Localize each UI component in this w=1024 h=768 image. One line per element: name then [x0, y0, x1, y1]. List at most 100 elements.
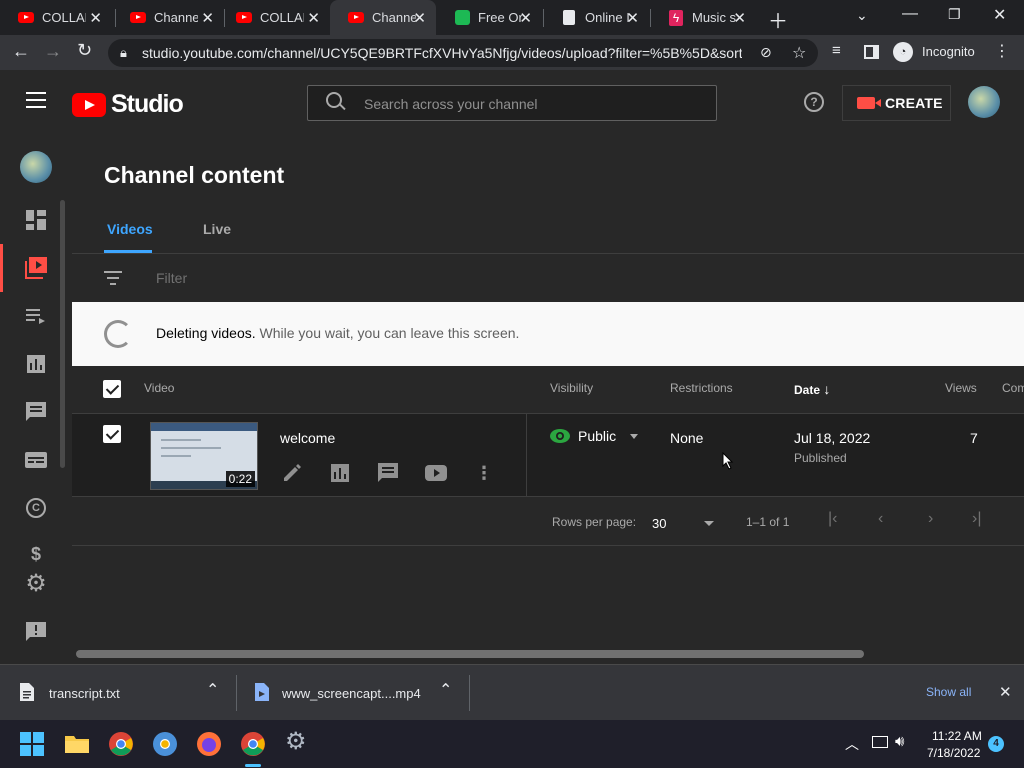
- star-icon[interactable]: ☆: [792, 43, 806, 63]
- first-page-icon[interactable]: |‹: [828, 510, 837, 528]
- minimize-icon[interactable]: —: [902, 5, 918, 23]
- chevron-up-icon[interactable]: ⌃: [439, 680, 452, 700]
- clock-time[interactable]: 11:22 AM: [932, 729, 982, 743]
- horizontal-scrollbar[interactable]: [76, 650, 864, 658]
- chrome-icon[interactable]: [109, 732, 133, 756]
- mouse-cursor-icon: [722, 452, 734, 470]
- help-icon[interactable]: ?: [804, 92, 824, 112]
- download-item[interactable]: transcript.txt ⌃: [0, 665, 236, 720]
- chrome-canary-icon[interactable]: [153, 732, 177, 756]
- watch-on-youtube-icon[interactable]: [424, 461, 448, 485]
- deleting-banner: Deleting videos. While you wait, you can…: [72, 302, 1024, 366]
- video-comments-icon[interactable]: [376, 461, 400, 485]
- rows-per-page-select[interactable]: 30: [652, 514, 714, 532]
- show-all-downloads-link[interactable]: Show all: [926, 685, 971, 699]
- tab-videos[interactable]: Videos: [107, 221, 153, 237]
- browser-tab-active[interactable]: Channel ✕: [330, 0, 436, 35]
- settings-app-icon[interactable]: ⚙: [285, 730, 307, 754]
- close-icon[interactable]: ✕: [201, 9, 214, 27]
- restore-icon[interactable]: ❐: [948, 6, 961, 23]
- last-page-icon[interactable]: ›|: [972, 510, 981, 528]
- video-analytics-icon[interactable]: [328, 461, 352, 485]
- network-icon[interactable]: [872, 736, 888, 748]
- browser-menu-icon[interactable]: ⋮: [994, 41, 1010, 61]
- close-icon[interactable]: ✕: [307, 9, 320, 27]
- file-explorer-icon[interactable]: [65, 732, 89, 756]
- analytics-icon[interactable]: [24, 352, 48, 376]
- col-header-views[interactable]: Views: [945, 381, 977, 395]
- tab-live[interactable]: Live: [203, 221, 231, 237]
- channel-avatar[interactable]: [20, 151, 52, 183]
- tab-search-icon[interactable]: ⌄: [856, 7, 868, 24]
- col-header-restrictions[interactable]: Restrictions: [670, 381, 733, 395]
- subtitles-icon[interactable]: [24, 448, 48, 472]
- dropdown-caret-icon: [630, 433, 639, 439]
- close-shelf-icon[interactable]: ✕: [999, 683, 1012, 701]
- browser-tab[interactable]: COLLAB ✕: [218, 0, 330, 35]
- browser-tab[interactable]: Online I ✕: [543, 0, 649, 35]
- browser-tab[interactable]: Channel ✕: [112, 0, 224, 35]
- select-all-checkbox[interactable]: [103, 380, 121, 398]
- playlists-icon[interactable]: [24, 304, 48, 328]
- feedback-icon[interactable]: [24, 620, 48, 644]
- browser-tab[interactable]: COLLAB ✕: [0, 0, 112, 35]
- dashboard-icon[interactable]: [24, 208, 48, 232]
- reload-icon[interactable]: ↻: [77, 40, 92, 61]
- back-icon[interactable]: ←: [12, 41, 30, 62]
- visibility-dropdown[interactable]: Public: [550, 428, 639, 444]
- volume-icon[interactable]: 🔊︎: [895, 733, 904, 750]
- filter-icon[interactable]: [104, 271, 122, 285]
- clock-date[interactable]: 7/18/2022: [927, 746, 980, 760]
- forward-icon[interactable]: →: [44, 41, 62, 62]
- search-input[interactable]: Search across your channel: [364, 96, 538, 112]
- filter-input[interactable]: Filter: [156, 270, 187, 286]
- prev-page-icon[interactable]: ‹: [878, 510, 883, 528]
- more-options-icon[interactable]: ⋮: [472, 461, 496, 485]
- green-app-icon: [454, 10, 470, 26]
- video-thumbnail[interactable]: 0:22: [150, 422, 258, 490]
- col-header-visibility[interactable]: Visibility: [550, 381, 593, 395]
- hamburger-menu-icon[interactable]: [26, 92, 46, 108]
- browser-tab[interactable]: ϟ Music s ✕: [650, 0, 756, 35]
- close-icon[interactable]: ✕: [519, 9, 532, 27]
- incognito-label[interactable]: Incognito: [922, 44, 975, 59]
- windows-start-icon[interactable]: [20, 732, 44, 756]
- side-panel-icon[interactable]: [864, 45, 879, 59]
- download-item[interactable]: www_screencapt....mp4 ⌃: [237, 665, 469, 720]
- close-icon[interactable]: ✕: [89, 9, 102, 27]
- edit-pencil-icon[interactable]: [280, 461, 304, 485]
- content-icon[interactable]: [24, 256, 48, 280]
- pagination-range: 1–1 of 1: [746, 515, 790, 529]
- col-header-date[interactable]: Date ↓: [794, 381, 830, 397]
- row-checkbox[interactable]: [103, 425, 121, 443]
- copyright-icon[interactable]: C: [24, 496, 48, 520]
- notification-badge[interactable]: 4: [988, 736, 1004, 752]
- address-bar[interactable]: 🔒︎ studio.youtube.com/channel/UCY5QE9BRT…: [108, 39, 818, 67]
- new-tab-icon[interactable]: ＋: [768, 5, 788, 34]
- next-page-icon[interactable]: ›: [928, 510, 933, 528]
- window-close-icon[interactable]: ✕: [993, 5, 1006, 25]
- active-app-indicator: [245, 764, 261, 767]
- media-control-icon[interactable]: ≡: [832, 42, 841, 59]
- comments-icon[interactable]: [24, 400, 48, 424]
- create-button[interactable]: CREATE: [842, 85, 951, 121]
- eye-off-icon[interactable]: ⊘: [760, 44, 772, 61]
- close-icon[interactable]: ✕: [626, 9, 639, 27]
- date-value: Jul 18, 2022: [794, 430, 871, 446]
- browser-tab[interactable]: Free On ✕: [436, 0, 542, 35]
- close-icon[interactable]: ✕: [733, 9, 746, 27]
- col-header-comments[interactable]: Com: [1002, 381, 1024, 395]
- close-icon[interactable]: ✕: [413, 9, 426, 27]
- tray-chevron-up-icon[interactable]: ︿: [845, 734, 859, 754]
- video-title[interactable]: welcome: [280, 430, 335, 446]
- studio-logo[interactable]: Studio: [72, 90, 184, 119]
- rail-scrollbar[interactable]: [60, 200, 65, 468]
- downloads-shelf: transcript.txt ⌃ www_screencapt....mp4 ⌃…: [0, 664, 1024, 720]
- chrome-active-icon[interactable]: [241, 732, 265, 756]
- channel-search[interactable]: Search across your channel: [307, 85, 717, 121]
- account-avatar[interactable]: [968, 86, 1000, 118]
- settings-icon[interactable]: ⚙: [24, 572, 48, 596]
- chevron-up-icon[interactable]: ⌃: [206, 680, 219, 700]
- monetization-icon[interactable]: $: [24, 542, 48, 566]
- firefox-icon[interactable]: [197, 732, 221, 756]
